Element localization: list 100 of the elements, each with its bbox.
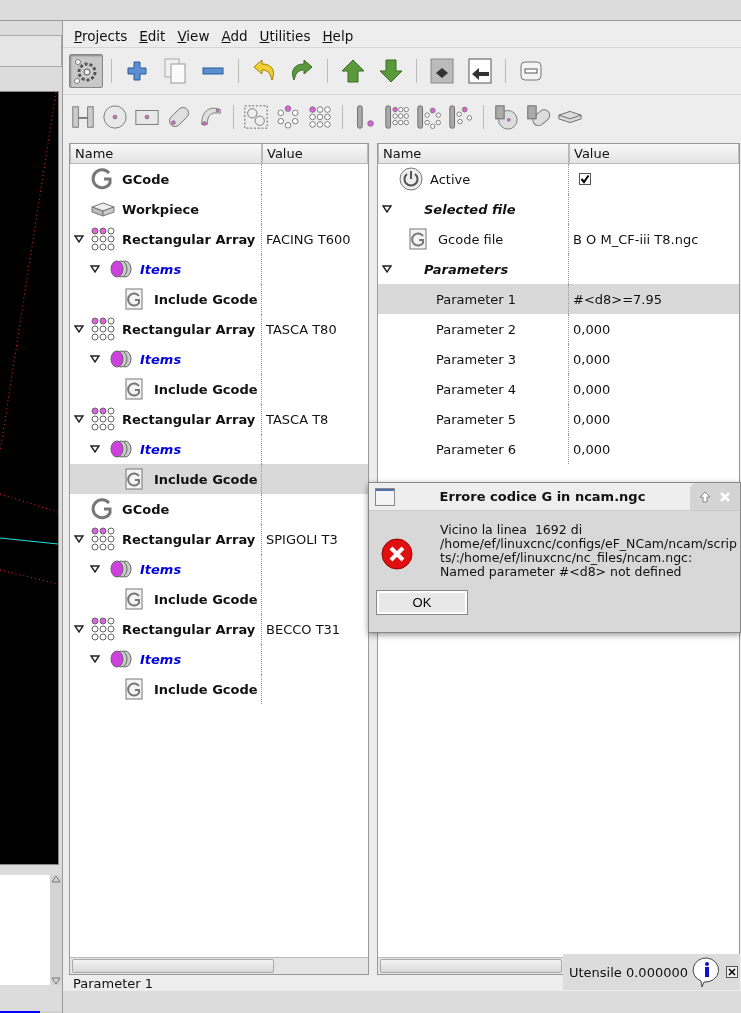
menu-item[interactable]: Add	[216, 28, 253, 44]
down-arrow-icon	[377, 57, 405, 85]
node-label: Rectangular Array	[122, 411, 256, 427]
tree-row[interactable]: Include Gcode	[70, 284, 368, 314]
node-label: Include Gcode	[154, 381, 258, 397]
expander-icon[interactable]	[74, 324, 84, 334]
tree-row[interactable]: Rectangular Array FACING T600	[70, 224, 368, 254]
node-value: SPIGOLI T3	[266, 531, 338, 547]
tree-row[interactable]: GCode	[70, 494, 368, 524]
column-header[interactable]: Value	[262, 144, 368, 164]
end-mill-grid-icon	[384, 103, 410, 131]
menu-item[interactable]: View	[172, 28, 215, 44]
property-label: Active	[430, 171, 471, 187]
expander-icon[interactable]	[90, 654, 100, 664]
property-row[interactable]: Parameter 6 0,000	[378, 434, 739, 464]
tree-row[interactable]: Include Gcode	[70, 674, 368, 704]
expander-icon[interactable]	[74, 624, 84, 634]
node-label: GCode	[122, 501, 170, 517]
scroll-up-icon[interactable]	[51, 875, 61, 883]
tree-row[interactable]: GCode	[70, 164, 368, 194]
horizontal-scrollbar[interactable]	[70, 957, 368, 974]
property-row[interactable]: Parameter 5 0,000	[378, 404, 739, 434]
close-icon[interactable]	[726, 966, 738, 978]
toolbar-button[interactable]	[69, 54, 103, 88]
import-icon	[466, 57, 494, 85]
expander-icon[interactable]	[382, 264, 392, 274]
property-value: 0,000	[573, 441, 611, 457]
tree-row[interactable]: Rectangular Array SPIGOLI T3	[70, 524, 368, 554]
menu-item[interactable]: Help	[317, 28, 359, 44]
circle-grid-icon	[90, 526, 116, 552]
expander-icon[interactable]	[90, 354, 100, 364]
property-row[interactable]: Parameter 1 #<d8>=7.95	[378, 284, 739, 314]
tree-row[interactable]: Include Gcode	[70, 584, 368, 614]
circle-ring-icon	[275, 103, 301, 131]
property-row[interactable]: Parameter 3 0,000	[378, 344, 739, 374]
tree-row[interactable]: Items	[70, 254, 368, 284]
property-label: Parameter 5	[436, 411, 517, 427]
property-value: 0,000	[573, 411, 611, 427]
tree-row[interactable]: Rectangular Array TASCA T8	[70, 404, 368, 434]
expander-icon[interactable]	[382, 204, 392, 214]
message-line: /home/ef/linuxcnc/configs/eF_NCam/ncam/scrip	[440, 537, 737, 551]
menu-item[interactable]: Projects	[69, 28, 133, 44]
menu-item[interactable]: Edit	[134, 28, 171, 44]
property-row[interactable]: Active	[378, 164, 739, 194]
property-label: Parameter 3	[436, 351, 517, 367]
up-arrow-icon	[339, 57, 367, 85]
scroll-down-icon[interactable]	[51, 977, 61, 985]
tree-row[interactable]: Rectangular Array BECCO T31	[70, 614, 368, 644]
column-header[interactable]: Name	[70, 144, 262, 164]
tree-row[interactable]: Rectangular Array TASCA T80	[70, 314, 368, 344]
expander-icon[interactable]	[90, 564, 100, 574]
node-label: Items	[140, 441, 182, 457]
node-label: Rectangular Array	[122, 321, 256, 337]
property-label: Gcode file	[438, 231, 504, 247]
tree-row[interactable]: Items	[70, 344, 368, 374]
circle-grid-icon	[90, 616, 116, 642]
property-label: Selected file	[424, 201, 516, 217]
property-row[interactable]: Parameter 2 0,000	[378, 314, 739, 344]
power-icon	[398, 166, 424, 192]
property-value: #<d8>=7.95	[573, 291, 663, 307]
expander-icon[interactable]	[74, 414, 84, 424]
ok-button[interactable]: OK	[377, 591, 467, 614]
circle-grid-icon	[90, 406, 116, 432]
tree-row[interactable]: Items	[70, 644, 368, 674]
property-label: Parameter 2	[436, 321, 517, 337]
node-label: Include Gcode	[154, 591, 258, 607]
tree-row[interactable]: Workpiece	[70, 194, 368, 224]
property-row[interactable]: Selected file	[378, 194, 739, 224]
property-row[interactable]: Parameter 4 0,000	[378, 374, 739, 404]
info-icon[interactable]	[692, 956, 722, 988]
column-header[interactable]: Name	[378, 144, 569, 164]
property-value: 0,000	[573, 381, 611, 397]
dialog-title: Errore codice G in ncam.ngc	[438, 489, 647, 504]
expander-icon[interactable]	[90, 444, 100, 454]
export-icon	[428, 57, 456, 85]
window-icon	[375, 487, 395, 506]
property-row[interactable]: Gcode file B O M_CF-iii T8.ngc	[378, 224, 739, 254]
circle-grid-icon	[90, 316, 116, 342]
scrollbar[interactable]	[50, 875, 62, 985]
expander-icon[interactable]	[74, 234, 84, 244]
node-value: TASCA T80	[266, 321, 337, 337]
node-label: Items	[140, 651, 182, 667]
circle-icon	[102, 103, 128, 131]
message-line: Named parameter #<d8> not defined	[440, 565, 682, 579]
end-mill-ring-icon	[416, 103, 442, 131]
node-label: Workpiece	[122, 201, 199, 217]
node-value: BECCO T31	[266, 621, 341, 637]
tree-row[interactable]: Include Gcode	[70, 374, 368, 404]
expander-icon[interactable]	[90, 264, 100, 274]
node-label: GCode	[122, 171, 170, 187]
property-label: Parameter 1	[436, 291, 517, 307]
expander-icon[interactable]	[74, 534, 84, 544]
checkbox[interactable]	[579, 173, 591, 185]
node-label: Include Gcode	[154, 471, 258, 487]
tree-row[interactable]: Items	[70, 554, 368, 584]
node-value: FACING T600	[266, 231, 351, 247]
node-label: Rectangular Array	[122, 231, 256, 247]
tree-row[interactable]: Include Gcode	[70, 464, 368, 494]
column-header[interactable]: Value	[569, 144, 739, 164]
menu-item[interactable]: Utilities	[254, 28, 316, 44]
